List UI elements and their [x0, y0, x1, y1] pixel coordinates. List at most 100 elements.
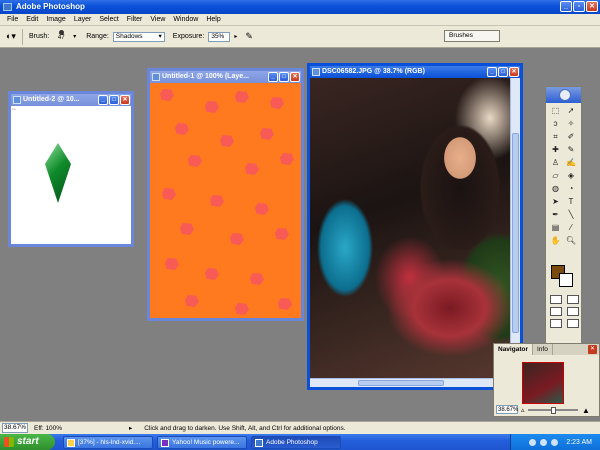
- slice-tool-icon[interactable]: ✐: [564, 131, 579, 143]
- clock[interactable]: 2:23 AM: [566, 439, 592, 446]
- close-button[interactable]: ✕: [290, 72, 300, 82]
- maximize-button[interactable]: □: [498, 67, 508, 77]
- navigator-thumbnail[interactable]: [522, 362, 564, 404]
- background-color-swatch[interactable]: [559, 273, 573, 287]
- close-button[interactable]: ✕: [586, 1, 598, 12]
- full-screen-menu-mode-icon[interactable]: [567, 307, 579, 316]
- menu-view[interactable]: View: [146, 14, 169, 25]
- maximize-button[interactable]: □: [279, 72, 289, 82]
- document-titlebar[interactable]: Untitled-1 @ 100% (Laye... _ □ ✕: [150, 71, 301, 83]
- menu-image[interactable]: Image: [42, 14, 69, 25]
- maximize-button[interactable]: □: [109, 95, 119, 105]
- menu-help[interactable]: Help: [202, 14, 224, 25]
- document-title: Untitled-1 @ 100% (Laye...: [162, 73, 249, 80]
- healing-brush-tool-icon[interactable]: ✚: [548, 144, 563, 156]
- exposure-field[interactable]: 35%: [208, 31, 231, 42]
- toolbox: ⬚ ➚ ↄ ✧ ⌗ ✐ ✚ ✎ ♙ ✍ ▱ ◈ ◍ ◔ ➤ T ✒ ╲ ▤ ⁄ …: [545, 86, 582, 344]
- document-titlebar[interactable]: DSC06582.JPG @ 38.7% (RGB) _ □ ✕: [310, 66, 520, 78]
- menu-file[interactable]: File: [3, 14, 22, 25]
- canvas-untitled-1[interactable]: [150, 83, 301, 318]
- jump-to-imageready-icon[interactable]: [567, 319, 579, 328]
- tab-info[interactable]: Info: [533, 344, 553, 355]
- range-select[interactable]: Shadows ▾: [112, 31, 165, 42]
- blur-tool-icon[interactable]: ◍: [548, 183, 563, 195]
- tab-navigator[interactable]: Navigator: [494, 344, 533, 355]
- brush-picker[interactable]: 47: [53, 29, 69, 45]
- magic-wand-tool-icon[interactable]: ✧: [564, 118, 579, 130]
- crop-tool-icon[interactable]: ⌗: [548, 131, 563, 143]
- brushes-palette-tab[interactable]: Brushes: [444, 30, 500, 42]
- network-icon[interactable]: [529, 438, 537, 446]
- close-icon[interactable]: ✕: [588, 345, 597, 354]
- pen-tool-icon[interactable]: ✒: [548, 209, 563, 221]
- move-tool-icon[interactable]: ➚: [564, 105, 579, 117]
- exposure-dropdown-icon[interactable]: ▸: [234, 33, 237, 40]
- clone-stamp-tool-icon[interactable]: ♙: [548, 157, 563, 169]
- zoom-in-icon[interactable]: ▲: [582, 406, 590, 415]
- adobe-online-icon[interactable]: [559, 89, 571, 101]
- navigator-zoom-field[interactable]: 38.67%: [496, 405, 518, 414]
- document-window-untitled-2[interactable]: Untitled-2 @ 10... _ □ ✕ ▫▫: [8, 91, 134, 247]
- status-arrow-icon[interactable]: ▸: [129, 424, 132, 432]
- system-tray: 2:23 AM: [510, 434, 600, 450]
- close-button[interactable]: ✕: [509, 67, 519, 77]
- full-screen-mode-icon[interactable]: [550, 319, 562, 328]
- document-window-photo[interactable]: DSC06582.JPG @ 38.7% (RGB) _ □ ✕: [307, 63, 523, 390]
- taskbar-item-yahoo-music[interactable]: Yahoo! Music powere...: [157, 435, 247, 449]
- start-button[interactable]: start: [0, 434, 55, 450]
- quick-mask-mode-icon[interactable]: [567, 295, 579, 304]
- scrollbar-thumb[interactable]: [512, 133, 519, 333]
- separator: [21, 28, 23, 45]
- scrollbar-thumb[interactable]: [358, 380, 444, 386]
- close-button[interactable]: ✕: [120, 95, 130, 105]
- status-zoom-field[interactable]: 38.67%: [2, 423, 28, 433]
- document-window-untitled-1[interactable]: Untitled-1 @ 100% (Laye... _ □ ✕: [147, 68, 304, 321]
- zoom-slider-handle[interactable]: [551, 407, 556, 414]
- taskbar-item-media-player[interactable]: [37%] - hls-lnd-xvid....: [63, 435, 153, 449]
- volume-icon[interactable]: [540, 438, 548, 446]
- zoom-out-icon[interactable]: ▵: [521, 406, 525, 414]
- dodge-tool-icon[interactable]: ◔: [564, 183, 579, 195]
- menu-filter[interactable]: Filter: [123, 14, 147, 25]
- menu-layer[interactable]: Layer: [70, 14, 96, 25]
- history-brush-tool-icon[interactable]: ✍: [564, 157, 579, 169]
- type-tool-icon[interactable]: T: [564, 196, 579, 208]
- brush-dropdown-icon[interactable]: ▾: [73, 33, 76, 40]
- vertical-scrollbar[interactable]: [510, 78, 520, 378]
- minimize-button[interactable]: _: [98, 95, 108, 105]
- paint-bucket-tool-icon[interactable]: ◈: [564, 170, 579, 182]
- line-tool-icon[interactable]: ╲: [564, 209, 579, 221]
- document-titlebar[interactable]: Untitled-2 @ 10... _ □ ✕: [11, 94, 131, 106]
- photo-canvas[interactable]: [310, 78, 520, 387]
- minimize-button[interactable]: _: [268, 72, 278, 82]
- eraser-tool-icon[interactable]: ▱: [548, 170, 563, 182]
- horizontal-scrollbar[interactable]: [310, 378, 510, 387]
- airbrush-icon[interactable]: ✎: [245, 31, 253, 42]
- minimize-button[interactable]: _: [487, 67, 497, 77]
- texture-blob: [205, 101, 219, 113]
- minimize-button[interactable]: _: [560, 1, 572, 12]
- marquee-tool-icon[interactable]: ⬚: [548, 105, 563, 117]
- standard-screen-mode-icon[interactable]: [550, 307, 562, 316]
- path-selection-tool-icon[interactable]: ➤: [548, 196, 563, 208]
- zoom-tool-icon[interactable]: 🔍︎: [564, 235, 579, 247]
- messenger-icon[interactable]: [551, 438, 559, 446]
- tool-preset-icon[interactable]: ◐▾: [6, 31, 16, 42]
- restore-button[interactable]: ▫: [573, 1, 585, 12]
- window-controls: _ ▫ ✕: [560, 1, 598, 12]
- menu-select[interactable]: Select: [95, 14, 122, 25]
- status-efficiency[interactable]: Eff: 100%: [34, 425, 129, 432]
- eyedropper-tool-icon[interactable]: ⁄: [564, 222, 579, 234]
- taskbar-item-photoshop[interactable]: Adobe Photoshop: [251, 435, 341, 449]
- toolbox-header[interactable]: [546, 87, 581, 103]
- navigator-palette: Navigator Info ✕ 38.67% ▵ ▲: [493, 343, 600, 417]
- menu-edit[interactable]: Edit: [22, 14, 42, 25]
- document-controls: _ □ ✕: [487, 67, 519, 77]
- standard-mode-icon[interactable]: [550, 295, 562, 304]
- notes-tool-icon[interactable]: ▤: [548, 222, 563, 234]
- hand-tool-icon[interactable]: ✋: [548, 235, 563, 247]
- menu-window[interactable]: Window: [169, 14, 202, 25]
- canvas-untitled-2[interactable]: ▫▫: [11, 106, 131, 244]
- lasso-tool-icon[interactable]: ↄ: [548, 118, 563, 130]
- brush-tool-icon[interactable]: ✎: [564, 144, 579, 156]
